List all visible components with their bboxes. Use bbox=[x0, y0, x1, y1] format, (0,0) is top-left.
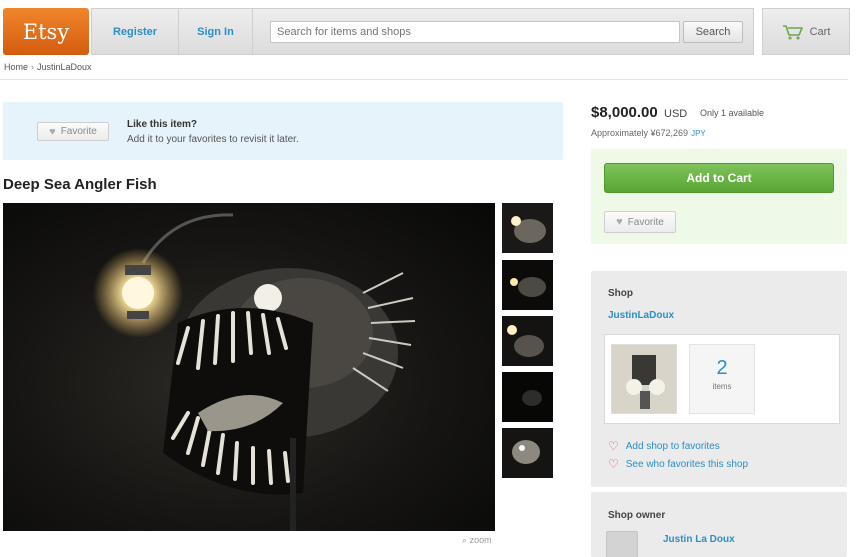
item-count-number: 2 bbox=[716, 357, 728, 379]
thumbnail-2[interactable] bbox=[502, 260, 553, 310]
shop-panel: Shop JustinLaDoux 2 items ♡ Add shop to … bbox=[591, 271, 847, 487]
item-title: Deep Sea Angler Fish bbox=[3, 176, 157, 193]
availability-text: Only 1 available bbox=[700, 108, 765, 118]
add-shop-favorites-link[interactable]: ♡ Add shop to favorites bbox=[608, 439, 720, 453]
cart-icon bbox=[782, 24, 804, 40]
breadcrumb-home[interactable]: Home bbox=[4, 62, 28, 72]
add-shop-favorites-label: Add shop to favorites bbox=[625, 440, 720, 452]
buy-box: Add to Cart ♥ Favorite bbox=[591, 149, 847, 244]
approx-price-value: Approximately ¥672,269 bbox=[591, 128, 689, 138]
cart-label: Cart bbox=[809, 25, 831, 38]
see-favoriters-label: See who favorites this shop bbox=[625, 458, 749, 470]
zoom-label: zoom bbox=[469, 535, 492, 545]
thumbnail-5[interactable] bbox=[502, 428, 553, 478]
approx-price: Approximately ¥672,269 JPY bbox=[591, 128, 706, 138]
thumbnail-3[interactable] bbox=[502, 316, 553, 366]
shop-name-link[interactable]: JustinLaDoux bbox=[608, 310, 674, 321]
favorite-banner: ♥ Favorite Like this item? Add it to you… bbox=[3, 102, 563, 160]
favorite-button-label: Favorite bbox=[60, 126, 97, 137]
approx-currency-link[interactable]: JPY bbox=[691, 129, 706, 138]
magnifier-icon: ⌕ bbox=[462, 535, 468, 545]
shop-owner-label: Shop owner bbox=[608, 510, 666, 521]
search-button[interactable]: Search bbox=[683, 21, 743, 43]
owner-avatar[interactable] bbox=[606, 531, 638, 557]
header-divider bbox=[0, 79, 848, 80]
favorite-item-label: Favorite bbox=[627, 216, 664, 228]
register-link[interactable]: Register bbox=[92, 9, 179, 54]
breadcrumb: Home › JustinLaDoux bbox=[4, 62, 92, 72]
breadcrumb-shop[interactable]: JustinLaDoux bbox=[37, 62, 92, 72]
etsy-logo[interactable]: Etsy bbox=[3, 8, 89, 55]
shop-card: 2 items bbox=[604, 334, 840, 424]
top-nav: Register Sign In Search bbox=[91, 8, 754, 55]
site-header: Etsy Register Sign In Search Cart bbox=[0, 0, 860, 58]
zoom-link[interactable]: ⌕ zoom bbox=[462, 535, 492, 546]
shop-owner-panel: Shop owner Justin La Doux bbox=[591, 492, 847, 557]
hearts-icon: ♡ bbox=[608, 457, 619, 471]
favorite-banner-heading: Like this item? bbox=[127, 119, 198, 130]
thumbnail-4[interactable] bbox=[502, 372, 553, 422]
main-product-image[interactable] bbox=[3, 203, 495, 531]
shop-item-count[interactable]: 2 items bbox=[689, 344, 755, 414]
shop-section-label: Shop bbox=[608, 288, 633, 299]
cart-button[interactable]: Cart bbox=[762, 8, 850, 55]
heart-icon: ♥ bbox=[616, 216, 623, 228]
favorite-banner-text: Add it to your favorites to revisit it l… bbox=[127, 134, 299, 145]
owner-name-link[interactable]: Justin La Doux bbox=[663, 534, 735, 545]
thumbnail-1[interactable] bbox=[502, 203, 553, 253]
favorite-button[interactable]: ♥ Favorite bbox=[37, 122, 109, 141]
sign-in-link[interactable]: Sign In bbox=[179, 9, 253, 54]
item-price: $8,000.00 bbox=[591, 104, 658, 121]
favorite-item-button[interactable]: ♥ Favorite bbox=[604, 211, 676, 233]
add-to-cart-button[interactable]: Add to Cart bbox=[604, 163, 834, 193]
item-count-label: items bbox=[712, 382, 732, 391]
price-currency: USD bbox=[664, 108, 688, 120]
see-favoriters-link[interactable]: ♡ See who favorites this shop bbox=[608, 457, 748, 471]
breadcrumb-separator: › bbox=[31, 62, 35, 72]
search-input[interactable] bbox=[270, 21, 680, 43]
heart-icon: ♥ bbox=[49, 125, 56, 138]
shop-item-thumbnail[interactable] bbox=[611, 344, 677, 414]
heart-outline-icon: ♡ bbox=[608, 439, 619, 453]
